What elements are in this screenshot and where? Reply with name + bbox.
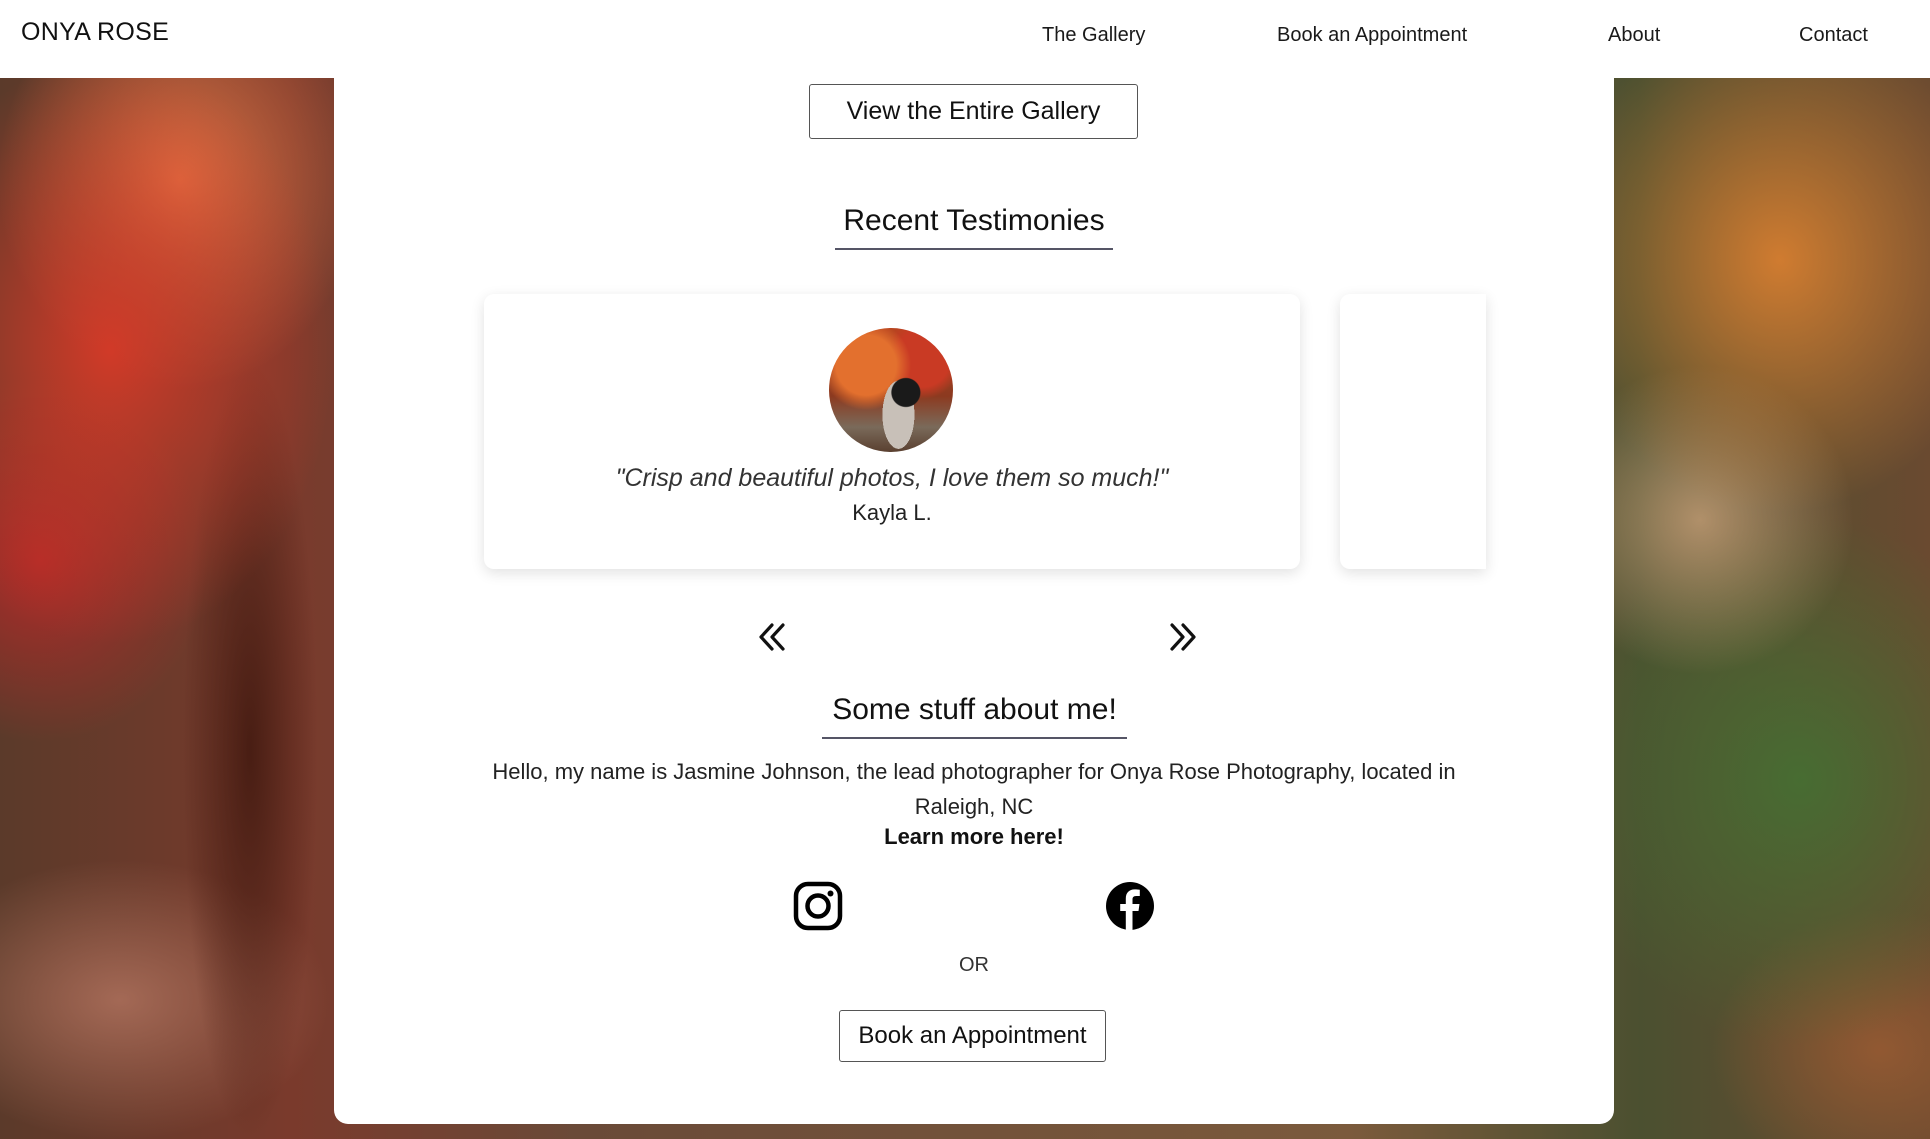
nav-link-about[interactable]: About [1608,24,1660,47]
site-logo[interactable]: ONYA ROSE [21,18,169,47]
nav-link-contact[interactable]: Contact [1799,24,1868,47]
testimonial-quote: "Crisp and beautiful photos, I love them… [615,464,1169,492]
about-text: Hello, my name is Jasmine Johnson, the l… [492,759,1456,819]
facebook-icon[interactable] [1104,880,1156,932]
instagram-icon[interactable] [792,880,844,932]
testimonial-card-next [1340,294,1486,569]
double-chevron-right-icon[interactable] [1163,617,1203,657]
testimonies-heading: Recent Testimonies [835,204,1113,250]
or-divider-text: OR [959,954,989,976]
double-chevron-left-icon[interactable] [752,617,792,657]
view-gallery-button[interactable]: View the Entire Gallery [809,84,1138,139]
testimonial-avatar [829,328,953,452]
site-header: ONYA ROSE The Gallery Book an Appointmen… [0,0,1930,78]
content-panel: View the Entire Gallery Recent Testimoni… [334,78,1614,1124]
testimonial-card: "Crisp and beautiful photos, I love them… [484,294,1300,569]
learn-more-link[interactable]: Learn more here! [824,824,1124,850]
nav-link-gallery[interactable]: The Gallery [1042,24,1145,47]
testimonial-author: Kayla L. [852,500,932,525]
about-heading: Some stuff about me! [822,693,1127,739]
book-appointment-button[interactable]: Book an Appointment [839,1010,1106,1062]
nav-link-book-appointment[interactable]: Book an Appointment [1277,24,1467,47]
